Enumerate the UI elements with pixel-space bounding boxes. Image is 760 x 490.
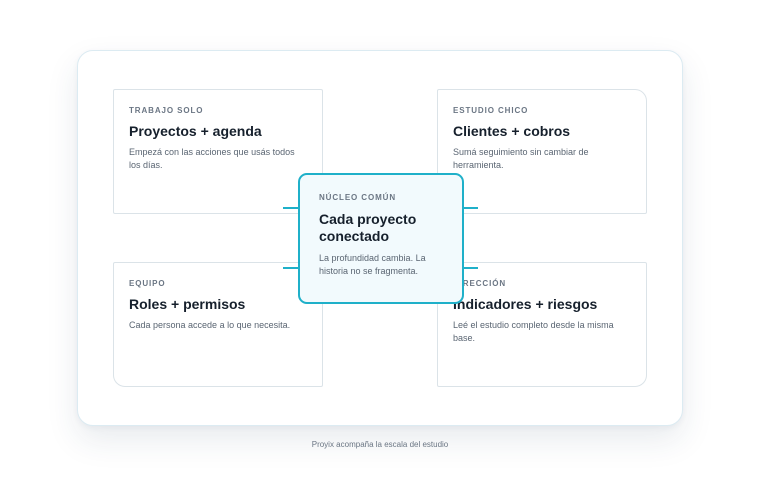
diagram-caption: Proyix acompaña la escala del estudio [311, 440, 449, 449]
center-title: Cada proyecto conectado [319, 211, 417, 244]
center-card-nucleo-comun: NÚCLEO COMÚN Cada proyecto conectado La … [298, 173, 464, 304]
card-kicker: ESTUDIO CHICO [453, 106, 529, 115]
card-title: Clientes + cobros [453, 123, 571, 139]
card-description: Empezá con las acciones que usás todos l… [129, 147, 295, 170]
card-estudio-chico: ESTUDIO CHICO Clientes + cobros Sumá seg… [437, 89, 647, 214]
center-kicker: NÚCLEO COMÚN [319, 193, 397, 202]
card-kicker: EQUIPO [129, 279, 166, 288]
connector-bottom-right [462, 267, 478, 269]
card-direccion: DIRECCIÓN Indicadores + riesgos Leé el e… [437, 262, 647, 387]
card-title: Indicadores + riesgos [453, 296, 598, 312]
connector-bottom-left [283, 267, 299, 269]
card-equipo: EQUIPO Roles + permisos Cada persona acc… [113, 262, 323, 387]
card-description: Leé el estudio completo desde la misma b… [453, 320, 614, 343]
card-kicker: TRABAJO SOLO [129, 106, 204, 115]
card-kicker: DIRECCIÓN [453, 279, 506, 288]
connector-top-right [462, 207, 478, 209]
connector-top-left [283, 207, 299, 209]
center-description: La profundidad cambia. La historia no se… [319, 253, 426, 276]
card-trabajo-solo: TRABAJO SOLO Proyectos + agenda Empezá c… [113, 89, 323, 214]
diagram-stage: TRABAJO SOLO Proyectos + agenda Empezá c… [0, 0, 760, 490]
card-description: Sumá seguimiento sin cambiar de herramie… [453, 147, 589, 170]
card-description: Cada persona accede a lo que necesita. [129, 320, 291, 330]
card-title: Roles + permisos [129, 296, 246, 312]
card-title: Proyectos + agenda [129, 123, 262, 139]
